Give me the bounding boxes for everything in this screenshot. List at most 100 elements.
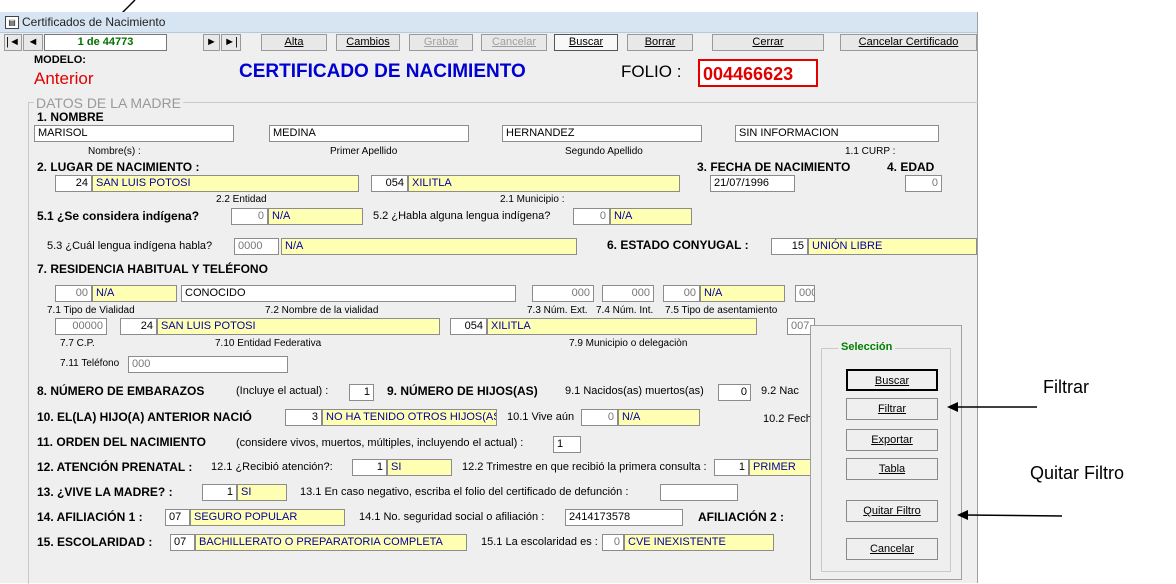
folio-field[interactable]: 004466623 — [698, 59, 818, 87]
tipo-asentamiento-code-field[interactable]: 00 — [663, 285, 700, 302]
asentamiento-field[interactable]: 000 — [795, 285, 815, 302]
trimestre-code-field[interactable]: 1 — [714, 459, 749, 476]
indigena-code-field[interactable]: 0 — [231, 208, 268, 225]
prenatal-code-field[interactable]: 1 — [352, 459, 387, 476]
cual-lengua-code-field[interactable]: 0000 — [234, 238, 279, 255]
residencia-entidad-name-field[interactable]: SAN LUIS POTOSI — [157, 318, 440, 335]
conyugal-code-field[interactable]: 15 — [771, 238, 808, 255]
nombre-vialidad-field[interactable]: CONOCIDO — [181, 285, 516, 302]
nombre-field[interactable]: MARISOL — [34, 125, 234, 142]
escolaridad-es-value-field[interactable]: CVE INEXISTENTE — [624, 534, 774, 551]
vive-aun-value-text: N/A — [622, 411, 641, 423]
edad-field[interactable]: 0 — [905, 175, 942, 192]
nombre-title: 1. NOMBRE — [37, 110, 104, 124]
cerrar-button[interactable]: Cerrar — [712, 34, 824, 51]
cancelar-button[interactable]: Cancelar — [481, 34, 547, 51]
app-icon: ▤ — [5, 16, 19, 29]
quitar-filtro-button[interactable]: Quitar Filtro — [846, 500, 938, 522]
vive-aun-value-field[interactable]: N/A — [618, 409, 700, 426]
primer-apellido-field[interactable]: MEDINA — [269, 125, 469, 142]
cp-field[interactable]: 00000 — [55, 318, 107, 335]
escolaridad-es-code-field[interactable]: 0 — [602, 534, 624, 551]
tipo-vialidad-value-field[interactable]: N/A — [92, 285, 177, 302]
prenatal-value-field[interactable]: SI — [387, 459, 452, 476]
seleccion-title: Selección — [838, 341, 896, 353]
residencia-municipio-name-field[interactable]: XILITLA — [487, 318, 757, 335]
vive-madre-code-field[interactable]: 1 — [202, 484, 237, 501]
residencia-municipio-code-field[interactable]: 054 — [450, 318, 487, 335]
escolaridad-code-field[interactable]: 07 — [170, 534, 195, 551]
habla-code-field[interactable]: 0 — [573, 208, 610, 225]
navigation-toolbar: |◄ ◄ 1 de 44773 ► ►| Alta Cambios Grabar… — [0, 33, 977, 53]
seleccion-buscar-button[interactable]: Buscar — [846, 369, 938, 391]
borrar-button[interactable]: Borrar — [627, 34, 693, 51]
segundo-apellido-field[interactable]: HERNANDEZ — [502, 125, 702, 142]
embarazos-note: (Incluye el actual) : — [236, 385, 329, 397]
vive-madre-value-field[interactable]: SI — [237, 484, 287, 501]
escolaridad-value-field[interactable]: BACHILLERATO O PREPARATORIA COMPLETA — [195, 534, 467, 551]
anterior-value-text: NO HA TENIDO OTROS HIJOS(AS) — [326, 411, 497, 423]
cual-lengua-value-field[interactable]: N/A — [281, 238, 577, 255]
nacidos-muertos-field[interactable]: 0 — [718, 384, 751, 401]
entidad-name-text: SAN LUIS POTOSI — [96, 177, 191, 189]
folio-defuncion-field[interactable] — [660, 484, 738, 501]
cual-lengua-question: 5.3 ¿Cuál lengua indígena habla? — [47, 240, 213, 252]
num-int-field[interactable]: 000 — [602, 285, 654, 302]
tabla-button[interactable]: Tabla — [846, 458, 938, 480]
hijos-title: 9. NÚMERO DE HIJOS(AS) — [387, 384, 538, 398]
telefono-field[interactable]: 000 — [128, 356, 288, 373]
first-record-button[interactable]: |◄ — [4, 34, 22, 51]
municipio-name-text: XILITLA — [412, 177, 452, 189]
entidad-name-field[interactable]: SAN LUIS POTOSI — [92, 175, 359, 192]
edad-title: 4. EDAD — [887, 160, 935, 174]
indigena-value-field[interactable]: N/A — [268, 208, 363, 225]
num-ext-field[interactable]: 000 — [532, 285, 594, 302]
prev-record-button[interactable]: ◄ — [23, 34, 43, 51]
last-record-button[interactable]: ►| — [221, 34, 241, 51]
seleccion-cancelar-button[interactable]: Cancelar — [846, 538, 938, 560]
escolaridad-value-text: BACHILLERATO O PREPARATORIA COMPLETA — [199, 536, 443, 548]
conyugal-title: 6. ESTADO CONYUGAL : — [607, 238, 749, 252]
municipio-name-field[interactable]: XILITLA — [408, 175, 680, 192]
residencia-entidad-code-field[interactable]: 24 — [120, 318, 157, 335]
num-ext-caption: 7.3 Núm. Ext. — [527, 305, 588, 316]
conyugal-value-field[interactable]: UNIÓN LIBRE — [808, 238, 977, 255]
entidad-code-field[interactable]: 24 — [55, 175, 92, 192]
afiliacion1-value-field[interactable]: SEGURO POPULAR — [190, 509, 345, 526]
afiliacion1-value-text: SEGURO POPULAR — [194, 511, 298, 523]
orden-note: (considere vivos, muertos, múltiples, in… — [236, 437, 524, 449]
tipo-vialidad-code-field[interactable]: 00 — [55, 285, 92, 302]
trimestre-question: 12.2 Trimestre en que recibió la primera… — [462, 461, 707, 473]
cambios-button[interactable]: Cambios — [336, 34, 400, 51]
trimestre-value-field[interactable]: PRIMER — [749, 459, 815, 476]
embarazos-field[interactable]: 1 — [349, 384, 374, 401]
filtrar-button[interactable]: Filtrar — [846, 398, 938, 420]
anterior-value-field[interactable]: NO HA TENIDO OTROS HIJOS(AS) — [322, 409, 497, 426]
vive-madre-value-text: SI — [241, 486, 252, 498]
fecha-title: 3. FECHA DE NACIMIENTO — [697, 160, 851, 174]
alta-button[interactable]: Alta — [261, 34, 327, 51]
fecha-nacimiento-field[interactable]: 21/07/1996 — [710, 175, 795, 192]
buscar-button[interactable]: Buscar — [554, 34, 618, 51]
habla-value-field[interactable]: N/A — [610, 208, 692, 225]
vive-madre-title: 13. ¿VIVE LA MADRE? : — [37, 485, 173, 499]
escolaridad-es-question: 15.1 La escolaridad es : — [481, 536, 598, 548]
residencia-entidad-name-text: SAN LUIS POTOSI — [161, 320, 256, 332]
exportar-button[interactable]: Exportar — [846, 429, 938, 451]
afiliacion-numero-field[interactable]: 2414173578 — [565, 509, 683, 526]
ap1-caption: Primer Apellido — [330, 146, 398, 157]
prenatal-title: 12. ATENCIÓN PRENATAL : — [37, 460, 193, 474]
grabar-button[interactable]: Grabar — [409, 34, 473, 51]
cancelar-certificado-button[interactable]: Cancelar Certificado — [840, 34, 977, 51]
tipo-asentamiento-value-field[interactable]: N/A — [700, 285, 785, 302]
curp-field[interactable]: SIN INFORMACION — [735, 125, 939, 142]
next-record-button[interactable]: ► — [203, 34, 220, 51]
orden-field[interactable]: 1 — [553, 436, 581, 453]
vive-aun-code-field[interactable]: 0 — [581, 409, 618, 426]
habla-question: 5.2 ¿Habla alguna lengua indígena? — [373, 210, 551, 222]
record-counter: 1 de 44773 — [44, 34, 167, 51]
residencia-municipio-name-text: XILITLA — [491, 320, 531, 332]
anterior-code-field[interactable]: 3 — [285, 409, 322, 426]
afiliacion1-code-field[interactable]: 07 — [165, 509, 190, 526]
municipio-code-field[interactable]: 054 — [371, 175, 408, 192]
